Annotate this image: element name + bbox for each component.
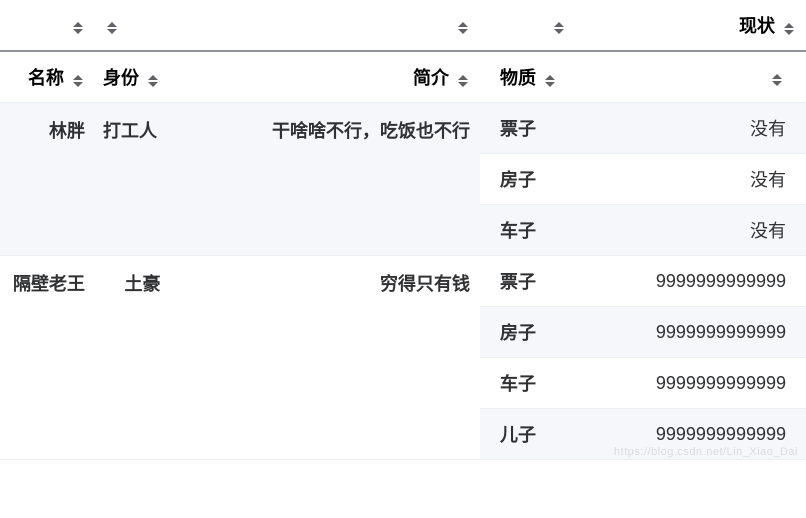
cell-status: 9999999999999 (576, 256, 806, 307)
cell-material: 儿子 (480, 409, 576, 460)
cell-material: 票子 (480, 103, 576, 154)
column-header-blank-1[interactable] (0, 0, 95, 51)
column-header-label: 简介 (413, 68, 449, 88)
cell-status: 没有 (576, 103, 806, 154)
column-header-label: 物质 (500, 68, 536, 88)
table-row: 隔壁老王 土豪 穷得只有钱 票子 9999999999999 (0, 256, 806, 307)
cell-material: 车子 (480, 205, 576, 256)
cell-material: 房子 (480, 154, 576, 205)
cell-identity: 打工人 (95, 103, 190, 256)
column-header-status-sub[interactable] (576, 51, 806, 103)
sort-icon[interactable] (772, 69, 786, 87)
row-group: 隔壁老王 土豪 穷得只有钱 票子 9999999999999 房子 999999… (0, 256, 806, 460)
cell-material: 票子 (480, 256, 576, 307)
cell-status: 9999999999999 (576, 358, 806, 409)
column-header-status-top[interactable]: 现状 (576, 0, 806, 51)
column-header-intro[interactable]: 简介 (190, 51, 480, 103)
cell-name: 林胖 (0, 103, 95, 256)
sort-icon[interactable] (458, 17, 472, 35)
data-table: 现状 名称 身份 简介 物质 (0, 0, 806, 460)
cell-intro: 干啥啥不行，吃饭也不行 (190, 103, 480, 256)
cell-material: 房子 (480, 307, 576, 358)
sort-icon[interactable] (458, 70, 472, 88)
cell-name: 隔壁老王 (0, 256, 95, 460)
column-header-blank-4[interactable] (480, 0, 576, 51)
cell-status: 9999999999999 (576, 307, 806, 358)
column-header-blank-2[interactable] (95, 0, 190, 51)
column-header-label: 身份 (103, 68, 139, 88)
column-header-name[interactable]: 名称 (0, 51, 95, 103)
cell-intro: 穷得只有钱 (190, 256, 480, 460)
cell-status: 没有 (576, 205, 806, 256)
sort-icon[interactable] (554, 17, 568, 35)
table-header-row-sub: 名称 身份 简介 物质 (0, 51, 806, 103)
sort-icon[interactable] (73, 17, 87, 35)
sort-icon[interactable] (107, 17, 121, 35)
table-row: 林胖 打工人 干啥啥不行，吃饭也不行 票子 没有 (0, 103, 806, 154)
column-header-material[interactable]: 物质 (480, 51, 576, 103)
column-header-identity[interactable]: 身份 (95, 51, 190, 103)
column-header-label: 名称 (28, 68, 64, 88)
sort-icon[interactable] (148, 70, 162, 88)
cell-material: 车子 (480, 358, 576, 409)
column-header-label: 现状 (739, 16, 775, 36)
cell-status: 没有 (576, 154, 806, 205)
sort-icon[interactable] (545, 70, 559, 88)
cell-status: 9999999999999 (576, 409, 806, 460)
table-header-row-top: 现状 (0, 0, 806, 51)
sort-icon[interactable] (73, 70, 87, 88)
column-header-blank-3[interactable] (190, 0, 480, 51)
row-group: 林胖 打工人 干啥啥不行，吃饭也不行 票子 没有 房子 没有 车子 没有 (0, 103, 806, 256)
cell-identity: 土豪 (95, 256, 190, 460)
sort-icon[interactable] (784, 18, 798, 36)
